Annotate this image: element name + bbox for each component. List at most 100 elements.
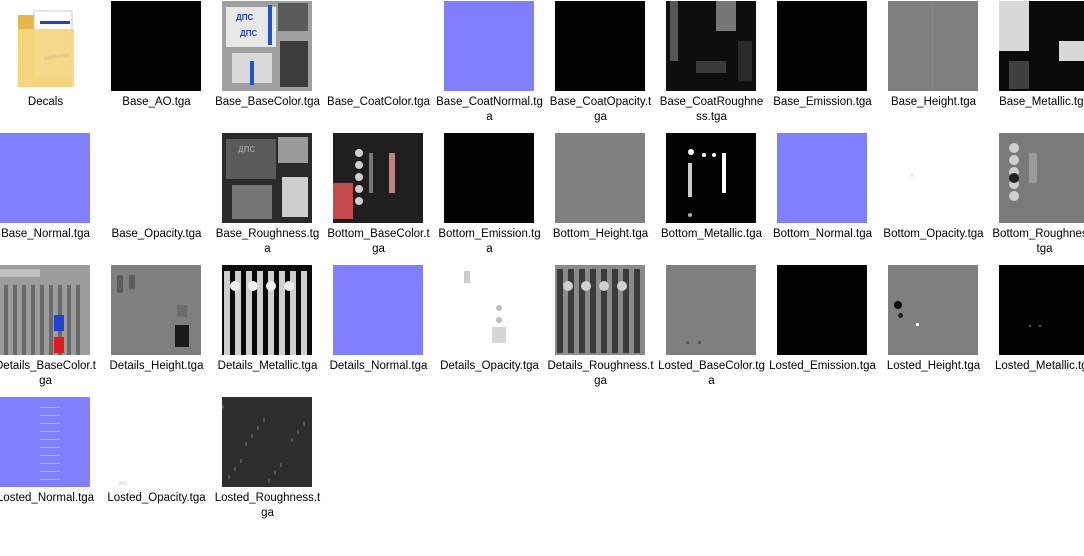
folder-icon: [0, 1, 90, 91]
file-name-label: Losted_Normal.tga: [0, 492, 95, 504]
file-item-bottom-height[interactable]: Bottom_Height.tga: [545, 133, 656, 261]
file-item-base-emission[interactable]: Base_Emission.tga: [767, 1, 878, 129]
file-item-base-coatopacity[interactable]: Base_CoatOpacity.tga: [545, 1, 656, 129]
file-item-details-roughness[interactable]: Details_Roughness.tga: [545, 265, 656, 393]
texture-thumbnail: ДПС ДПС: [222, 1, 312, 91]
texture-thumbnail: [111, 265, 201, 355]
texture-thumbnail: [777, 1, 867, 91]
file-item-base-coatroughness[interactable]: Base_CoatRoughness.tga: [656, 1, 767, 129]
texture-thumbnail: [222, 265, 312, 355]
texture-thumbnail: [111, 133, 201, 223]
file-name-label: Losted_Opacity.tga: [107, 492, 206, 504]
file-item-details-opacity[interactable]: Details_Opacity.tga: [434, 265, 545, 393]
file-name-label: Details_Roughness.tga: [547, 360, 654, 387]
file-name-label: Decals: [27, 96, 64, 108]
file-name-label: Base_Emission.tga: [773, 96, 872, 108]
file-name-label: Base_AO.tga: [122, 96, 191, 108]
texture-thumbnail: [999, 265, 1084, 355]
file-name-label: Bottom_Height.tga: [552, 228, 649, 240]
file-name-label: Base_CoatOpacity.tga: [549, 96, 652, 123]
file-name-label: Losted_BaseColor.tga: [658, 360, 765, 387]
file-item-bottom-metallic[interactable]: Bottom_Metallic.tga: [656, 133, 767, 261]
texture-thumbnail: [0, 133, 90, 223]
file-item-losted-emission[interactable]: Losted_Emission.tga: [767, 265, 878, 393]
file-name-label: Bottom_Metallic.tga: [661, 228, 762, 240]
file-name-label: Bottom_BaseColor.tga: [327, 228, 430, 255]
file-name-label: Bottom_Normal.tga: [772, 228, 873, 240]
file-item-base-coatnormal[interactable]: Base_CoatNormal.tga: [434, 1, 545, 129]
file-name-label: Base_BaseColor.tga: [215, 96, 320, 108]
texture-thumbnail: [333, 1, 423, 91]
file-item-details-height[interactable]: Details_Height.tga: [101, 265, 212, 393]
file-item-losted-height[interactable]: Losted_Height.tga: [878, 265, 989, 393]
folder-item-decals[interactable]: Decals: [0, 1, 101, 129]
file-item-bottom-basecolor[interactable]: Bottom_BaseColor.tga: [323, 133, 434, 261]
file-item-base-normal[interactable]: Base_Normal.tga: [0, 133, 101, 261]
texture-thumbnail: [888, 133, 978, 223]
file-item-base-ao[interactable]: Base_AO.tga: [101, 1, 212, 129]
file-item-base-height[interactable]: Base_Height.tga: [878, 1, 989, 129]
file-item-losted-opacity[interactable]: Losted_Opacity.tga: [101, 397, 212, 525]
file-item-base-roughness[interactable]: ДПС Base_Roughness.tga: [212, 133, 323, 261]
texture-thumbnail: [666, 133, 756, 223]
file-name-label: Details_Height.tga: [109, 360, 204, 372]
file-item-base-coatcolor[interactable]: Base_CoatColor.tga: [323, 1, 434, 129]
file-name-label: Details_Opacity.tga: [440, 360, 539, 372]
file-item-details-normal[interactable]: Details_Normal.tga: [323, 265, 434, 393]
texture-thumbnail: ДПС: [222, 133, 312, 223]
texture-thumbnail: [333, 133, 423, 223]
file-name-label: Bottom_Emission.tga: [438, 228, 541, 255]
texture-thumbnail: [0, 397, 90, 487]
texture-thumbnail: [444, 133, 534, 223]
file-name-label: Details_Normal.tga: [329, 360, 428, 372]
file-item-bottom-normal[interactable]: Bottom_Normal.tga: [767, 133, 878, 261]
file-name-label: Bottom_Opacity.tga: [883, 228, 984, 240]
texture-thumbnail: [999, 1, 1084, 91]
texture-thumbnail: [777, 133, 867, 223]
file-item-losted-normal[interactable]: Losted_Normal.tga: [0, 397, 101, 525]
file-name-label: Losted_Metallic.tga: [994, 360, 1084, 372]
file-name-label: Losted_Roughness.tga: [214, 492, 321, 519]
file-name-label: Bottom_Roughness.tga: [992, 228, 1084, 255]
file-name-label: Base_CoatRoughness.tga: [659, 96, 764, 123]
file-name-label: Base_Normal.tga: [1, 228, 90, 240]
texture-thumbnail: [111, 1, 201, 91]
texture-thumbnail: [444, 265, 534, 355]
file-item-losted-roughness[interactable]: Losted_Roughness.tga: [212, 397, 323, 525]
texture-thumbnail: [555, 1, 645, 91]
texture-thumbnail: [666, 1, 756, 91]
file-item-base-opacity[interactable]: Base_Opacity.tga: [101, 133, 212, 261]
file-item-base-basecolor[interactable]: ДПС ДПС Base_BaseColor.tga: [212, 1, 323, 129]
texture-thumbnail: [111, 397, 201, 487]
file-item-bottom-roughness[interactable]: Bottom_Roughness.tga: [989, 133, 1084, 261]
file-item-base-metallic[interactable]: Base_Metallic.tga: [989, 1, 1084, 129]
file-name-label: Base_Metallic.tga: [999, 96, 1084, 108]
texture-thumbnail: [777, 265, 867, 355]
file-icon-view: Decals Base_AO.tga ДПС ДПС Base_BaseColor.tg…: [0, 0, 1084, 556]
texture-thumbnail: [555, 133, 645, 223]
file-name-label: Base_Height.tga: [890, 96, 977, 108]
file-item-losted-metallic[interactable]: Losted_Metallic.tga: [989, 265, 1084, 393]
file-item-details-metallic[interactable]: Details_Metallic.tga: [212, 265, 323, 393]
file-name-label: Base_Opacity.tga: [111, 228, 202, 240]
texture-thumbnail: [333, 265, 423, 355]
file-name-label: Losted_Emission.tga: [769, 360, 876, 372]
texture-thumbnail: [666, 265, 756, 355]
file-name-label: Details_BaseColor.tga: [0, 360, 96, 387]
texture-thumbnail: [888, 265, 978, 355]
texture-thumbnail: [0, 265, 90, 355]
texture-thumbnail: [999, 133, 1084, 223]
texture-thumbnail: [888, 1, 978, 91]
file-item-bottom-emission[interactable]: Bottom_Emission.tga: [434, 133, 545, 261]
file-name-label: Base_Roughness.tga: [215, 228, 320, 255]
file-name-label: Base_CoatColor.tga: [327, 96, 430, 108]
file-name-label: Base_CoatNormal.tga: [436, 96, 543, 123]
texture-thumbnail: [444, 1, 534, 91]
texture-thumbnail: [555, 265, 645, 355]
file-item-details-basecolor[interactable]: Details_BaseColor.tga: [0, 265, 101, 393]
file-item-losted-basecolor[interactable]: Losted_BaseColor.tga: [656, 265, 767, 393]
file-name-label: Details_Metallic.tga: [217, 360, 318, 372]
file-item-bottom-opacity[interactable]: Bottom_Opacity.tga: [878, 133, 989, 261]
texture-thumbnail: [222, 397, 312, 487]
file-name-label: Losted_Height.tga: [886, 360, 981, 372]
